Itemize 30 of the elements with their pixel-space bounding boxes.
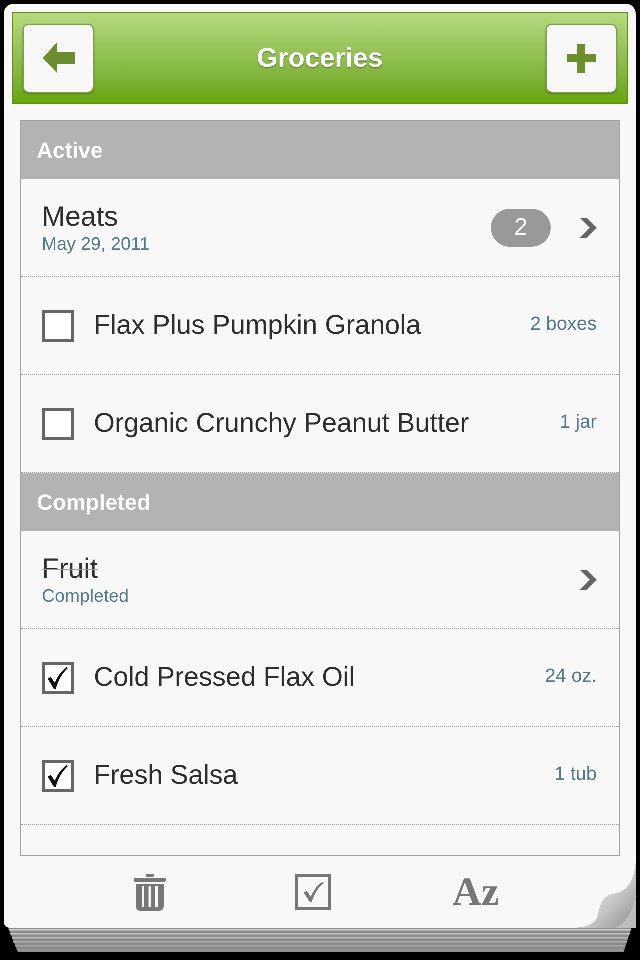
- title-text: Groceries: [256, 42, 384, 75]
- item-quantity: 1 tub: [554, 763, 597, 788]
- checkmark-icon: [48, 764, 68, 786]
- chevron-right-icon: [580, 218, 597, 238]
- section-header: Completed: [21, 473, 619, 531]
- checkbox[interactable]: [42, 408, 74, 440]
- checkmark-icon: [48, 666, 68, 688]
- item-quantity: 2 boxes: [529, 313, 597, 338]
- checkbox[interactable]: [42, 310, 74, 342]
- item-name: Fresh Salsa: [94, 759, 238, 792]
- trash-icon: [134, 874, 166, 910]
- plus-icon: [566, 44, 596, 72]
- item-quantity: 24 oz.: [544, 665, 597, 690]
- sort-button[interactable]: Az: [446, 870, 506, 914]
- back-arrow-icon: [42, 43, 74, 73]
- list-subtitle: May 29, 2011: [42, 232, 150, 254]
- checkbox[interactable]: [42, 760, 74, 792]
- item-name: Cold Pressed Flax Oil: [94, 661, 356, 694]
- list-subtitle: Completed: [42, 584, 130, 606]
- back-button[interactable]: [23, 24, 94, 92]
- item-quantity: 1 jar: [559, 411, 597, 436]
- item-name: Organic Crunchy Peanut Butter: [94, 407, 470, 440]
- add-button[interactable]: [546, 24, 617, 92]
- item-name: Flax Plus Pumpkin Granola: [94, 309, 422, 342]
- list-name[interactable]: Meats: [42, 200, 150, 232]
- chevron-right-icon: [580, 570, 597, 590]
- count-badge: 2: [491, 208, 551, 246]
- checkbox[interactable]: [42, 662, 74, 694]
- checkbox-tick-icon: [295, 874, 331, 910]
- section-header: Active: [21, 121, 619, 179]
